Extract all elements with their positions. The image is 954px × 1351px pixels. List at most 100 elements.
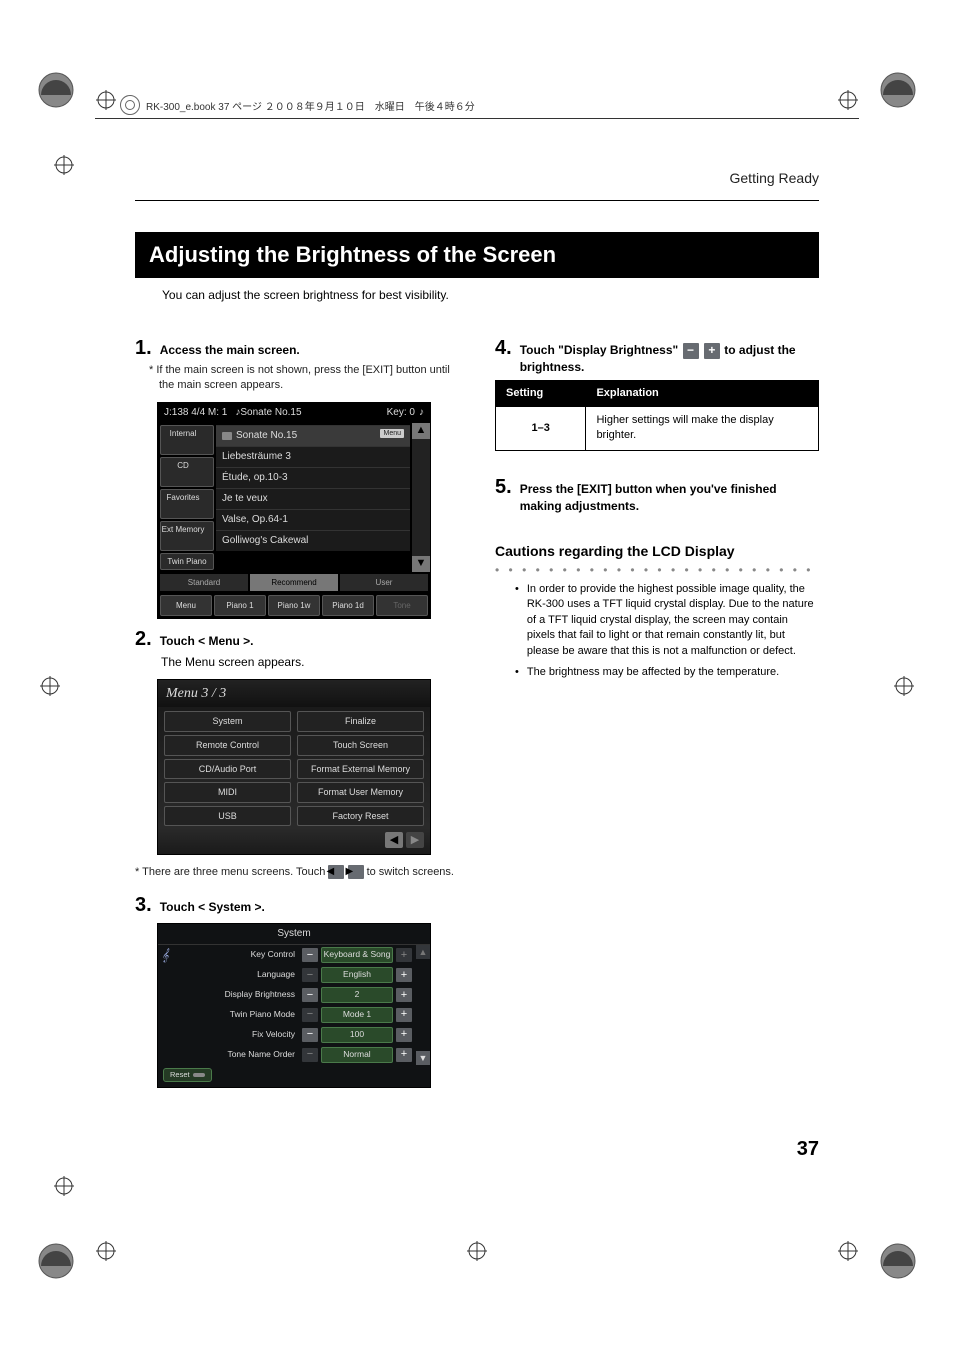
running-head: Getting Ready — [730, 170, 820, 186]
system-row-value: English — [321, 967, 393, 983]
system-row-value: Normal — [321, 1047, 393, 1063]
tab-twin-piano[interactable]: Twin Piano — [160, 553, 214, 570]
step-5: 5. Press the [EXIT] button when you've f… — [495, 477, 819, 515]
system-row: Twin Piano Mode−Mode 1+ — [172, 1005, 416, 1025]
tone-button[interactable]: Tone — [376, 595, 428, 616]
scrollbar-track[interactable] — [416, 959, 430, 1050]
system-row: Display Brightness−2+ — [172, 985, 416, 1005]
menu-item-usb[interactable]: USB — [164, 806, 291, 827]
bullet-icon: • — [515, 665, 519, 680]
td-explanation: Higher settings will make the display br… — [586, 407, 819, 451]
step-num: 5. — [495, 477, 512, 497]
tab-internal[interactable]: Internal — [160, 425, 214, 455]
menu-button[interactable]: Menu — [160, 595, 212, 616]
system-row-label: Fix Velocity — [176, 1029, 299, 1041]
step-2-caption: The Menu screen appears. — [161, 654, 459, 671]
system-row-value: Mode 1 — [321, 1007, 393, 1023]
menu-item-cdaudio[interactable]: CD/Audio Port — [164, 759, 291, 780]
step-text: Touch < Menu >. — [160, 629, 254, 650]
system-row: Key Control−Keyboard & Song+ — [172, 945, 416, 965]
song-file-icon — [222, 432, 232, 440]
crop-mark-br2 — [838, 1241, 858, 1261]
step-text: Touch < System >. — [160, 895, 265, 916]
song-row-popup[interactable]: Menu — [380, 429, 404, 439]
metronome-icon: ♪ — [419, 406, 424, 420]
tab-cd[interactable]: CD — [160, 457, 214, 487]
song-row[interactable]: Sonate No.15Menu — [216, 425, 410, 446]
tab-ext-memory[interactable]: Ext Memory — [160, 521, 214, 551]
caution-bullet: • The brightness may be affected by the … — [495, 665, 819, 680]
system-screen-figure: System 𝄞 Key Control−Keyboard & Song+Lan… — [157, 923, 431, 1088]
song-row[interactable]: Liebesträume 3 — [216, 446, 410, 467]
settings-table: Setting Explanation 1–3 Higher settings … — [495, 380, 819, 451]
song-row[interactable]: Golliwog's Cakewal — [216, 530, 410, 551]
scroll-up-icon[interactable]: ▲ — [412, 423, 430, 439]
scrollbar-track[interactable] — [412, 439, 430, 556]
reset-button[interactable]: Reset — [163, 1068, 212, 1083]
seg-user[interactable]: User — [340, 574, 428, 591]
menu-item-touch[interactable]: Touch Screen — [297, 735, 424, 756]
tab-favorites[interactable]: Favorites — [160, 489, 214, 519]
note-icon: 𝄞 — [158, 945, 172, 1064]
plus-icon: + — [704, 343, 720, 359]
piano1-button[interactable]: Piano 1 — [214, 595, 266, 616]
minus-button[interactable]: − — [302, 968, 318, 982]
crop-mark-bc — [467, 1241, 487, 1261]
seg-standard[interactable]: Standard — [160, 574, 248, 591]
plus-button[interactable]: + — [396, 1048, 412, 1062]
song-row[interactable]: Valse, Op.64-1 — [216, 509, 410, 530]
scroll-down-icon[interactable]: ▼ — [412, 556, 430, 572]
minus-button[interactable]: − — [302, 948, 318, 962]
slider-icon — [193, 1073, 205, 1077]
plus-button[interactable]: + — [396, 988, 412, 1002]
system-title: System — [158, 924, 430, 945]
system-row-label: Display Brightness — [176, 989, 299, 1001]
minus-button[interactable]: − — [302, 1048, 318, 1062]
menu-item-format-ext[interactable]: Format External Memory — [297, 759, 424, 780]
bullet-icon: • — [515, 582, 519, 659]
song-row[interactable]: Étude, op.10-3 — [216, 467, 410, 488]
menu-item-finalize[interactable]: Finalize — [297, 711, 424, 732]
scroll-down-icon[interactable]: ▼ — [416, 1051, 430, 1065]
plus-button[interactable]: + — [396, 948, 412, 962]
scroll-up-icon[interactable]: ▲ — [416, 945, 430, 959]
menu-item-factory[interactable]: Factory Reset — [297, 806, 424, 827]
system-row: Fix Velocity−100+ — [172, 1025, 416, 1045]
minus-button[interactable]: − — [302, 1008, 318, 1022]
plus-button[interactable]: + — [396, 1028, 412, 1042]
plus-button[interactable]: + — [396, 1008, 412, 1022]
crop-mark-bl — [54, 1176, 74, 1196]
crop-mark-tl2 — [96, 90, 116, 110]
step-1: 1. Access the main screen. — [135, 338, 459, 359]
menu-item-remote[interactable]: Remote Control — [164, 735, 291, 756]
menu-item-midi[interactable]: MIDI — [164, 782, 291, 803]
system-row-value: 100 — [321, 1027, 393, 1043]
crop-mark-mr — [894, 676, 914, 696]
menu-title: Menu 3 / 3 — [166, 686, 226, 701]
step-text: Press the [EXIT] button when you've fini… — [520, 477, 819, 515]
menu-next-icon[interactable]: ▶ — [406, 832, 424, 848]
step-2-note: * There are three menu screens. Touch ◀ … — [135, 865, 459, 880]
piano1w-button[interactable]: Piano 1w — [268, 595, 320, 616]
menu-item-format-user[interactable]: Format User Memory — [297, 782, 424, 803]
step-num: 2. — [135, 629, 152, 649]
crop-mark-ml — [40, 676, 60, 696]
minus-icon: − — [683, 343, 699, 359]
page-number: 37 — [797, 1138, 819, 1161]
plus-button[interactable]: + — [396, 968, 412, 982]
menu-prev-icon[interactable]: ◀ — [385, 832, 403, 848]
intro-text: You can adjust the screen brightness for… — [162, 288, 449, 302]
registration-mark-bl — [36, 1241, 76, 1281]
song-row[interactable]: Je te veux — [216, 488, 410, 509]
registration-mark-tr — [878, 70, 918, 110]
seg-recommend[interactable]: Recommend — [250, 574, 338, 591]
step-num: 4. — [495, 338, 512, 358]
minus-button[interactable]: − — [302, 1028, 318, 1042]
step-1-note: * If the main screen is not shown, press… — [149, 363, 459, 394]
minus-button[interactable]: − — [302, 988, 318, 1002]
system-row-label: Tone Name Order — [176, 1049, 299, 1061]
piano1d-button[interactable]: Piano 1d — [322, 595, 374, 616]
menu-item-system[interactable]: System — [164, 711, 291, 732]
menu-screen-figure: Menu 3 / 3 System Finalize Remote Contro… — [157, 679, 431, 856]
step-num: 1. — [135, 338, 152, 358]
